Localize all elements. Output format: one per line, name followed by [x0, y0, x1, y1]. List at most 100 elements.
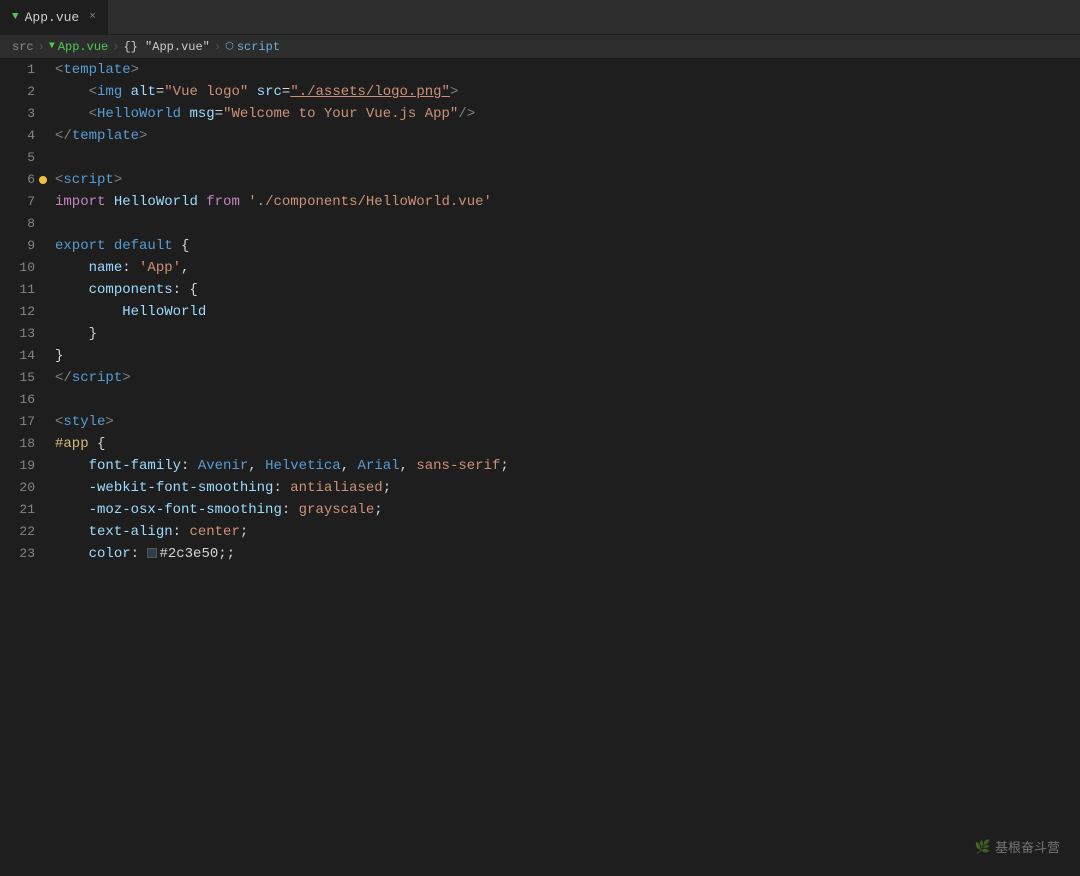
token-plain [55, 502, 89, 518]
line-number: 17 [0, 411, 55, 433]
line-number: 22 [0, 521, 55, 543]
line-number: 14 [0, 345, 55, 367]
line-content: <script> [55, 169, 1080, 191]
line-number: 11 [0, 279, 55, 301]
line-number: 2 [0, 81, 55, 103]
token-plain [55, 260, 89, 276]
token-plain: : [273, 480, 290, 496]
watermark: 🌿 基根奋斗营 [975, 837, 1060, 856]
code-line: 5 [0, 147, 1080, 169]
token-plain [55, 458, 89, 474]
token-css-prop: font-family [89, 458, 181, 474]
token-css-prop: text-align [89, 524, 173, 540]
token-plain: ; [240, 524, 248, 540]
line-content: HelloWorld [55, 301, 1080, 323]
token-keyword-blue: export [55, 238, 105, 254]
line-content: </script> [55, 367, 1080, 389]
token-attr-val: "Vue logo" [164, 84, 248, 100]
token-css-dash: -moz-osx-font-smoothing [89, 502, 282, 518]
tab-label: App.vue [25, 10, 80, 25]
token-tag-name: script [72, 370, 122, 386]
breadcrumb-src: src [12, 40, 34, 54]
token-tag: </ [55, 370, 72, 386]
watermark-text: 基根奋斗营 [995, 837, 1060, 856]
code-line: 10 name: 'App', [0, 257, 1080, 279]
color-swatch [147, 548, 157, 558]
token-plain: } [89, 326, 97, 342]
token-property: components [89, 282, 173, 298]
breadcrumb-sep2: › [112, 40, 119, 54]
token-plain [105, 194, 113, 210]
token-plain: : [131, 546, 148, 562]
token-identifier: HelloWorld [114, 194, 198, 210]
token-attr-val-link: "./assets/logo.png" [290, 84, 450, 100]
line-content: } [55, 345, 1080, 367]
token-tag: > [105, 414, 113, 430]
code-line: 11 components: { [0, 279, 1080, 301]
token-tag-name: template [72, 128, 139, 144]
breadcrumb-script: ⬡ script [225, 40, 280, 54]
token-tag: > [122, 370, 130, 386]
line-content: <HelloWorld msg="Welcome to Your Vue.js … [55, 103, 1080, 125]
line-content: export default { [55, 235, 1080, 257]
token-plain [55, 546, 89, 562]
token-string: 'App' [139, 260, 181, 276]
token-tag-name: img [97, 84, 122, 100]
token-tag: > [450, 84, 458, 100]
line-number: 8 [0, 213, 55, 235]
line-number: 21 [0, 499, 55, 521]
line-content: </template> [55, 125, 1080, 147]
token-attr-val: "Welcome to Your Vue.js App" [223, 106, 458, 122]
token-string: './components/HelloWorld.vue' [248, 194, 492, 210]
breadcrumb: src › ▼ App.vue › {} "App.vue" › ⬡ scrip… [0, 35, 1080, 59]
breadcrumb-sep3: › [214, 40, 221, 54]
code-line: 1<template> [0, 59, 1080, 81]
line-content: name: 'App', [55, 257, 1080, 279]
token-self-close: /> [458, 106, 475, 122]
token-plain [248, 84, 256, 100]
token-attr-eq: = [156, 84, 164, 100]
token-plain: : [282, 502, 299, 518]
token-plain: { [89, 436, 106, 452]
code-line: 21 -moz-osx-font-smoothing: grayscale; [0, 499, 1080, 521]
code-line: 14} [0, 345, 1080, 367]
token-plain: , [248, 458, 265, 474]
watermark-icon: 🌿 [975, 839, 991, 855]
token-plain: ; [374, 502, 382, 518]
token-plain: , [400, 458, 417, 474]
line-number: 7 [0, 191, 55, 213]
token-plain [55, 326, 89, 342]
line-content: -moz-osx-font-smoothing: grayscale; [55, 499, 1080, 521]
line-number: 13 [0, 323, 55, 345]
token-css-val-blue: Helvetica [265, 458, 341, 474]
token-css-val: center [189, 524, 239, 540]
file-tab[interactable]: ▼ App.vue × [0, 0, 109, 34]
line-number: 20 [0, 477, 55, 499]
line-content: } [55, 323, 1080, 345]
token-plain [122, 84, 130, 100]
token-attr-name: msg [189, 106, 214, 122]
token-tag: </ [55, 128, 72, 144]
hex-value: #2c3e50; [159, 546, 226, 562]
token-tag-name: template [63, 62, 130, 78]
code-line: 3 <HelloWorld msg="Welcome to Your Vue.j… [0, 103, 1080, 125]
tab-close-icon[interactable]: × [89, 11, 96, 23]
token-tag-name: HelloWorld [97, 106, 181, 122]
token-plain [55, 282, 89, 298]
tab-bar: ▼ App.vue × [0, 0, 1080, 35]
token-plain: ; [227, 546, 235, 562]
token-identifier: HelloWorld [122, 304, 206, 320]
line-content: import HelloWorld from './components/Hel… [55, 191, 1080, 213]
breadcrumb-sep1: › [38, 40, 45, 54]
line-content: components: { [55, 279, 1080, 301]
token-plain: ; [500, 458, 508, 474]
token-css-val-blue: Arial [358, 458, 400, 474]
breadcrumb-appvue: ▼ App.vue [49, 40, 108, 54]
token-plain [55, 304, 122, 320]
token-attr-name: alt [131, 84, 156, 100]
token-css-selector: #app [55, 436, 89, 452]
code-line: 9export default { [0, 235, 1080, 257]
code-line: 23 color: #2c3e50;; [0, 543, 1080, 565]
token-plain: ; [383, 480, 391, 496]
token-css-dash: -webkit-font-smoothing [89, 480, 274, 496]
